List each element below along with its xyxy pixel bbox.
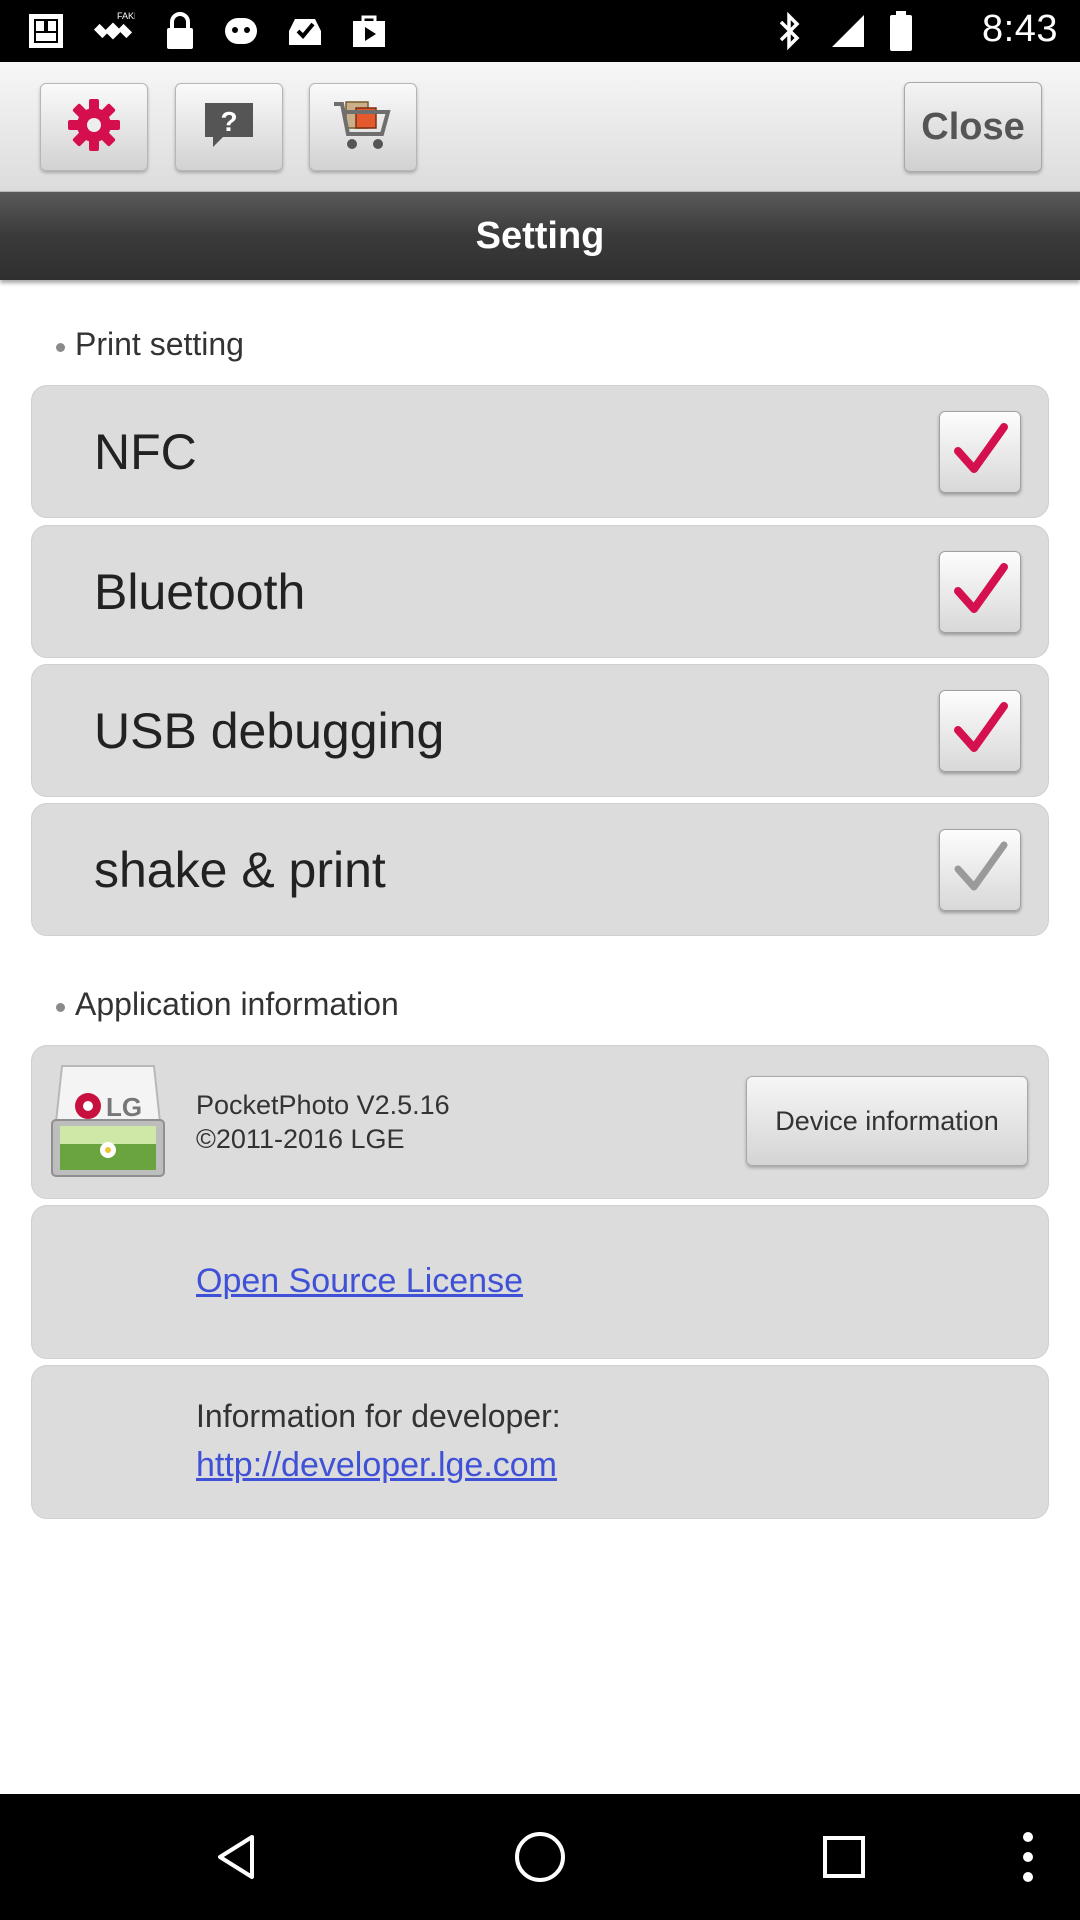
app-info-row: LG PocketPhoto V2.5.16 ©2011-2016 LGE De… xyxy=(31,1045,1049,1199)
photo-icon xyxy=(24,10,68,52)
usb-debugging-checkbox[interactable] xyxy=(939,689,1021,772)
developer-info-row: Information for developer: http://develo… xyxy=(31,1365,1049,1519)
shake-print-checkbox[interactable] xyxy=(939,828,1021,911)
cart-button[interactable] xyxy=(309,83,417,171)
bluetooth-icon xyxy=(772,10,808,52)
setting-label: Bluetooth xyxy=(94,563,306,620)
bullet-icon xyxy=(56,343,65,352)
fake-gps-icon: FAKE xyxy=(90,10,136,52)
logo-text: LG xyxy=(106,1092,143,1122)
setting-row-bluetooth[interactable]: Bluetooth xyxy=(31,525,1049,658)
app-version-block: PocketPhoto V2.5.16 ©2011-2016 LGE xyxy=(196,1088,450,1156)
bluetooth-checkbox[interactable] xyxy=(939,550,1021,633)
print-setting-label: Print setting xyxy=(75,326,244,362)
setting-row-nfc[interactable]: NFC xyxy=(31,385,1049,518)
cellular-signal-icon xyxy=(828,10,868,52)
setting-row-shake-print[interactable]: shake & print xyxy=(31,803,1049,936)
open-source-row: Open Source License xyxy=(31,1205,1049,1359)
cart-icon xyxy=(332,96,394,159)
navigation-bar xyxy=(0,1794,1080,1920)
gear-icon xyxy=(66,97,122,158)
help-button[interactable]: ? xyxy=(175,83,283,171)
nfc-checkbox[interactable] xyxy=(939,410,1021,493)
page-title: Setting xyxy=(0,192,1080,280)
svg-text:?: ? xyxy=(220,106,237,137)
battery-icon xyxy=(886,10,916,52)
checkmark-icon xyxy=(950,559,1010,624)
back-icon[interactable] xyxy=(206,1827,266,1887)
toolbar: ? Close xyxy=(0,62,1080,192)
home-icon[interactable] xyxy=(510,1827,570,1887)
developer-link[interactable]: http://developer.lge.com xyxy=(196,1446,557,1485)
android-icon xyxy=(218,10,264,52)
help-icon: ? xyxy=(201,99,257,156)
app-info-label: Application information xyxy=(75,986,399,1022)
bullet-icon xyxy=(56,1003,65,1012)
inbox-check-icon xyxy=(282,10,328,52)
setting-label: NFC xyxy=(94,423,197,480)
checkmark-icon xyxy=(950,698,1010,763)
developer-info-label: Information for developer: xyxy=(196,1398,561,1434)
app-info-heading: Application information xyxy=(56,986,399,1023)
app-copyright: ©2011-2016 LGE xyxy=(196,1124,405,1154)
recents-icon[interactable] xyxy=(814,1827,874,1887)
close-button[interactable]: Close xyxy=(904,82,1042,172)
setting-row-usb-debugging[interactable]: USB debugging xyxy=(31,664,1049,797)
app-name: PocketPhoto V2.5.16 xyxy=(196,1090,450,1120)
checkmark-icon xyxy=(950,837,1010,902)
setting-label: USB debugging xyxy=(94,702,445,759)
more-options-icon[interactable] xyxy=(998,1827,1058,1887)
checkmark-icon xyxy=(950,419,1010,484)
lock-icon xyxy=(160,10,200,52)
lg-app-logo: LG xyxy=(48,1062,168,1182)
device-information-button[interactable]: Device information xyxy=(746,1076,1028,1166)
setting-label: shake & print xyxy=(94,841,386,898)
print-setting-heading: Print setting xyxy=(56,326,244,363)
svg-text:FAKE: FAKE xyxy=(117,11,135,21)
open-source-license-link[interactable]: Open Source License xyxy=(196,1262,523,1301)
status-bar: FAKE 8:43 xyxy=(0,0,1080,62)
status-time: 8:43 xyxy=(982,8,1058,50)
settings-button[interactable] xyxy=(40,83,148,171)
play-store-icon xyxy=(346,10,392,52)
